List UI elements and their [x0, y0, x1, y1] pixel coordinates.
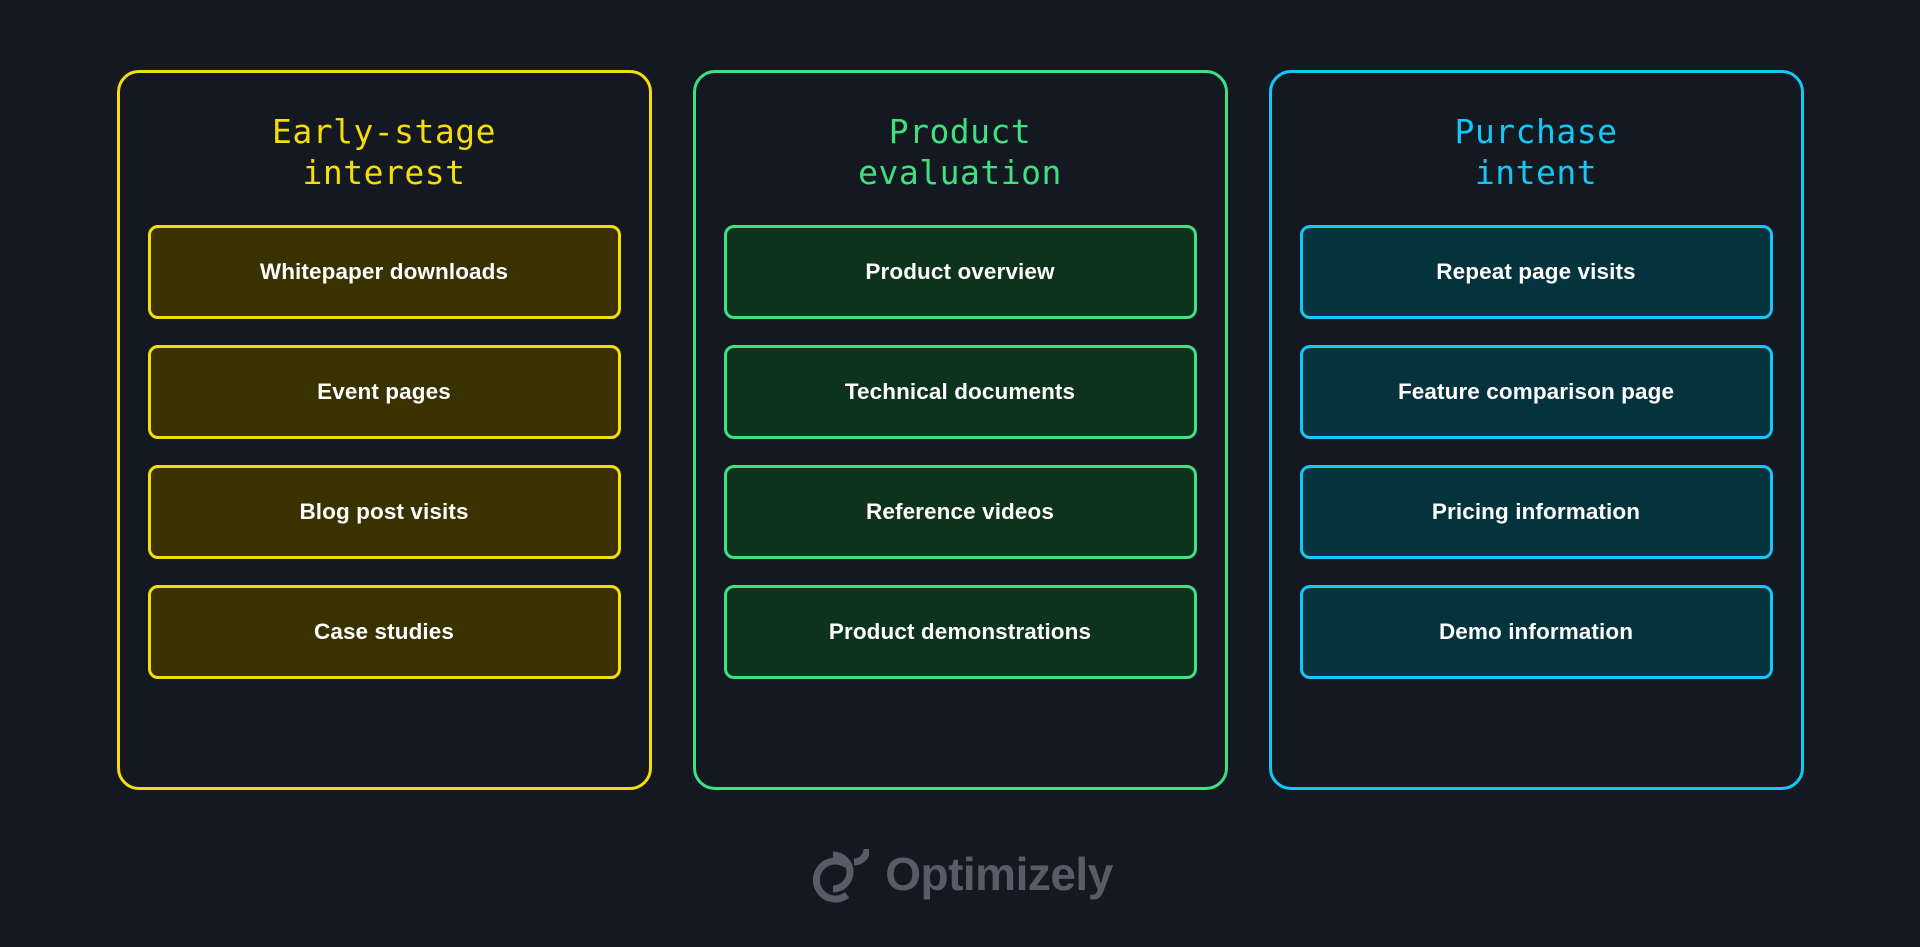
item-list-product-evaluation: Product overview Technical documents Ref…	[723, 225, 1197, 757]
item-card[interactable]: Repeat page visits	[1299, 225, 1773, 319]
brand-footer: Optimizely	[0, 800, 1920, 947]
optimizely-logo-mark-icon	[813, 848, 870, 902]
columns-container: Early-stage interest Whitepaper download…	[0, 0, 1920, 800]
item-card[interactable]: Pricing information	[1299, 465, 1773, 559]
item-card[interactable]: Whitepaper downloads	[147, 225, 621, 319]
item-label: Case studies	[313, 619, 454, 644]
item-card[interactable]: Demo information	[1299, 585, 1773, 679]
item-label: Event pages	[317, 379, 451, 404]
item-list-early-stage-interest: Whitepaper downloads Event pages Blog po…	[147, 225, 621, 757]
infographic-board: Early-stage interest Whitepaper download…	[0, 0, 1920, 947]
item-label: Repeat page visits	[1436, 259, 1636, 284]
item-card[interactable]: Product demonstrations	[723, 585, 1197, 679]
item-card[interactable]: Feature comparison page	[1299, 345, 1773, 439]
item-label: Whitepaper downloads	[259, 259, 509, 284]
item-label: Feature comparison page	[1397, 379, 1675, 404]
item-label: Technical documents	[844, 379, 1076, 404]
item-card[interactable]: Case studies	[147, 585, 621, 679]
brand-wordmark: Optimizely	[885, 847, 1113, 900]
item-card[interactable]: Blog post visits	[147, 465, 621, 559]
item-label: Pricing information	[1431, 499, 1641, 524]
column-product-evaluation: Product evaluation Product overview Tech…	[692, 70, 1228, 790]
item-label: Product overview	[865, 259, 1055, 284]
item-card[interactable]: Reference videos	[723, 465, 1197, 559]
item-card[interactable]: Event pages	[147, 345, 621, 439]
column-purchase-intent: Purchase intent Repeat page visits Featu…	[1268, 70, 1804, 790]
column-early-stage-interest: Early-stage interest Whitepaper download…	[116, 70, 652, 790]
item-label: Reference videos	[866, 499, 1054, 524]
item-list-purchase-intent: Repeat page visits Feature comparison pa…	[1299, 225, 1773, 757]
item-label: Demo information	[1438, 619, 1634, 644]
column-title-product-evaluation: Product evaluation	[858, 112, 1062, 192]
column-title-purchase-intent: Purchase intent	[1454, 112, 1618, 192]
item-card[interactable]: Product overview	[723, 225, 1197, 319]
item-label: Product demonstrations	[828, 619, 1092, 644]
item-label: Blog post visits	[299, 499, 469, 524]
item-card[interactable]: Technical documents	[723, 345, 1197, 439]
column-title-early-stage-interest: Early-stage interest	[271, 112, 497, 192]
